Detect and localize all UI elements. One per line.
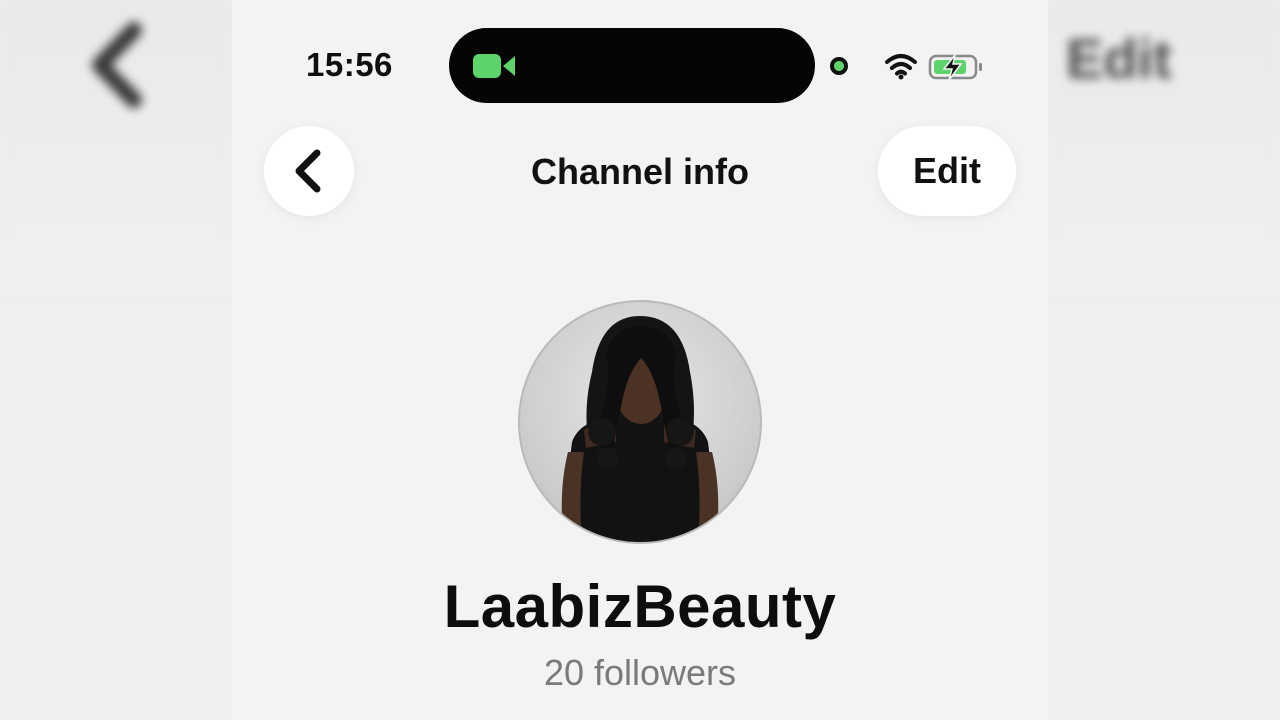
ghost-chevron-left-icon — [92, 22, 142, 108]
ghost-edit-label: Edit — [1066, 27, 1172, 90]
background-right-blur: Edit — [1048, 0, 1280, 720]
wifi-icon — [885, 54, 917, 80]
camera-in-use-indicator — [830, 57, 848, 75]
background-left-blur — [0, 0, 232, 720]
battery-charging-icon — [928, 54, 982, 81]
facetime-video-icon — [473, 54, 515, 78]
channel-avatar[interactable] — [518, 300, 762, 544]
dynamic-island[interactable] — [449, 28, 815, 103]
avatar-photo — [560, 316, 720, 542]
phone-screen: 15:56 Channel info Edit LaabizBeauty 20 … — [232, 0, 1048, 720]
status-time: 15:56 — [306, 46, 393, 83]
followers-count[interactable]: 20 followers — [232, 652, 1048, 694]
edit-button[interactable]: Edit — [878, 126, 1016, 216]
channel-name: LaabizBeauty — [443, 573, 837, 640]
